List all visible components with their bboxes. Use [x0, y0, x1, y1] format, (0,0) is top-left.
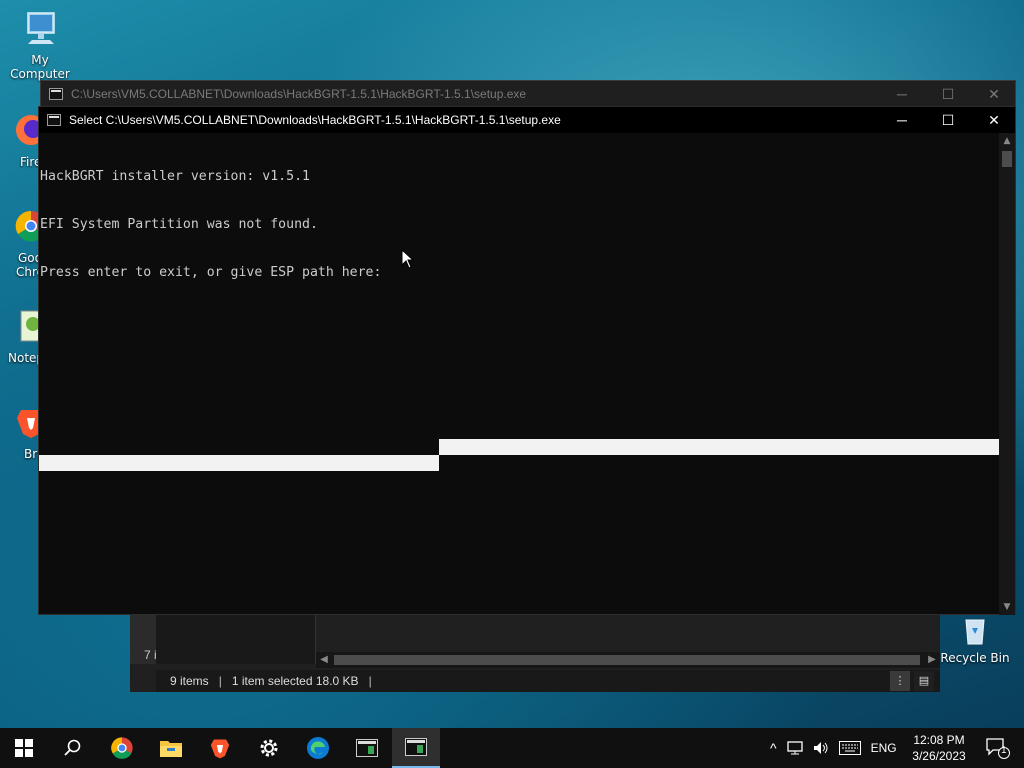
console-active-icon: [405, 738, 427, 756]
window-title: Select C:\Users\VM5.COLLABNET\Downloads\…: [69, 113, 561, 127]
details-view-icon[interactable]: ⋮: [890, 671, 910, 691]
desktop-icon-label: My Computer: [10, 53, 70, 81]
edge-icon: [307, 737, 329, 759]
console-window[interactable]: Select C:\Users\VM5.COLLABNET\Downloads\…: [38, 106, 1016, 615]
console-icon: [356, 739, 378, 757]
scroll-down-icon[interactable]: ▼: [999, 599, 1015, 615]
taskbar-brave[interactable]: [196, 728, 244, 768]
minimize-button[interactable]: ─: [879, 81, 925, 107]
desktop-icon-my-computer[interactable]: My Computer: [0, 10, 80, 81]
selection-highlight: [439, 439, 999, 455]
mouse-cursor-icon: [401, 249, 415, 269]
close-button[interactable]: ✕: [971, 107, 1017, 133]
explorer-horizontal-scrollbar[interactable]: ◀ ▶: [316, 652, 940, 668]
scrollbar-thumb[interactable]: [334, 655, 920, 665]
recycle-bin-icon: [965, 619, 985, 645]
taskbar-chrome[interactable]: [98, 728, 146, 768]
maximize-button[interactable]: ☐: [925, 107, 971, 133]
chrome-icon: [111, 737, 133, 759]
window-title: C:\Users\VM5.COLLABNET\Downloads\HackBGR…: [71, 87, 527, 101]
volume-icon[interactable]: [813, 741, 829, 755]
desktop-icon-recycle-bin[interactable]: Recycle Bin: [940, 612, 1010, 665]
title-bar[interactable]: Select C:\Users\VM5.COLLABNET\Downloads\…: [39, 107, 1015, 133]
network-icon[interactable]: [786, 741, 803, 755]
settings-icon: [260, 739, 278, 757]
show-hidden-icons-button[interactable]: ^: [770, 740, 777, 756]
console-icon: [49, 88, 63, 100]
explorer-nav-pane[interactable]: [156, 612, 316, 664]
brave-icon: [210, 739, 230, 759]
action-center-button[interactable]: 1: [978, 728, 1018, 768]
maximize-button[interactable]: ☐: [925, 81, 971, 107]
computer-icon: [27, 12, 55, 44]
start-button[interactable]: [0, 728, 48, 768]
taskbar-file-explorer[interactable]: [147, 728, 195, 768]
explorer-partial-status: 7 i: [144, 648, 157, 662]
search-icon: [64, 739, 81, 756]
notification-count: 1: [1001, 745, 1007, 756]
close-button[interactable]: ✕: [971, 81, 1017, 107]
status-selection: 1 item selected 18.0 KB: [231, 674, 359, 688]
clock-date: 3/26/2023: [912, 749, 966, 763]
file-explorer-icon: [160, 741, 182, 757]
taskbar-edge[interactable]: [294, 728, 342, 768]
taskbar-console-active[interactable]: [392, 728, 440, 768]
console-line: EFI System Partition was not found.: [40, 217, 318, 232]
console-output[interactable]: HackBGRT installer version: v1.5.1 EFI S…: [39, 133, 1001, 615]
search-button[interactable]: [48, 728, 96, 768]
desktop-icon-label: Recycle Bin: [940, 651, 1010, 665]
status-separator: |: [218, 674, 222, 688]
system-tray: ^ ENG: [770, 728, 897, 768]
scroll-left-icon[interactable]: ◀: [316, 652, 332, 668]
taskbar-console[interactable]: [343, 728, 391, 768]
selection-highlight: [39, 455, 439, 471]
minimize-button[interactable]: ─: [879, 107, 925, 133]
status-item-count: 9 items: [170, 674, 209, 688]
start-icon: [15, 739, 33, 757]
scroll-up-icon[interactable]: ▲: [999, 133, 1015, 149]
clock[interactable]: 12:08 PM 3/26/2023: [905, 732, 973, 764]
scrollbar-thumb[interactable]: [1002, 151, 1012, 167]
status-separator: |: [368, 674, 372, 688]
title-bar[interactable]: C:\Users\VM5.COLLABNET\Downloads\HackBGR…: [41, 81, 1015, 107]
language-indicator[interactable]: ENG: [871, 741, 897, 755]
console-vertical-scrollbar[interactable]: ▲ ▼: [999, 133, 1015, 615]
taskbar: ^ ENG 12:08 PM 3/26/2023 1: [0, 728, 1024, 768]
clock-time: 12:08 PM: [913, 733, 965, 747]
console-line: HackBGRT installer version: v1.5.1: [40, 169, 310, 184]
explorer-status-bar: 9 items | 1 item selected 18.0 KB |: [156, 670, 940, 692]
scroll-right-icon[interactable]: ▶: [924, 652, 940, 668]
keyboard-icon[interactable]: [838, 741, 861, 755]
large-icons-view-icon[interactable]: ▤: [914, 671, 934, 691]
console-line: Press enter to exit, or give ESP path he…: [40, 265, 382, 280]
console-icon: [47, 114, 61, 126]
taskbar-settings[interactable]: [245, 728, 293, 768]
